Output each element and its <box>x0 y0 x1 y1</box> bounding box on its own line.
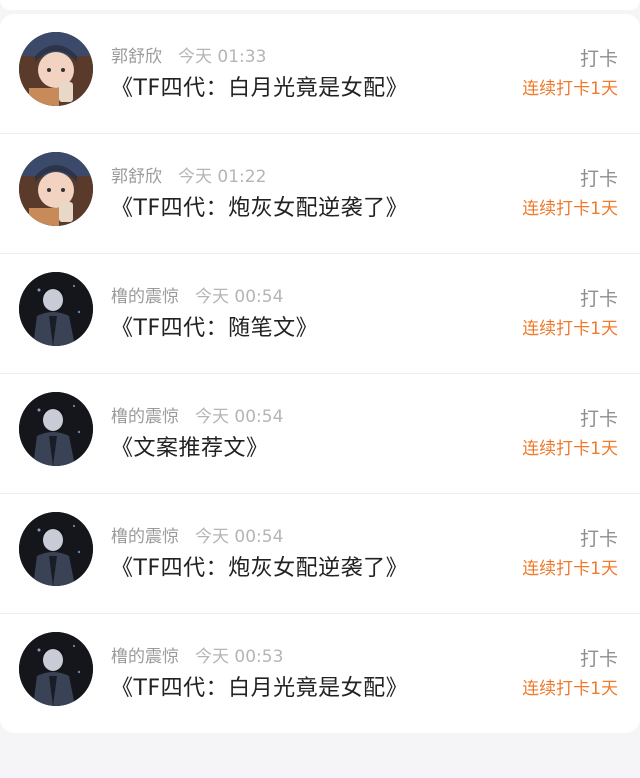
username[interactable]: 橹的震惊 <box>111 407 179 427</box>
book-title[interactable]: 《TF四代：白月光竟是女配》 <box>111 670 408 702</box>
timestamp: 今天 00:54 <box>195 287 284 307</box>
book-title[interactable]: 《文案推荐文》 <box>111 430 269 462</box>
feed-item[interactable]: 橹的震惊 今天 00:54 《TF四代：随笔文》 打卡 连续打卡1天 <box>0 254 640 374</box>
streak-label: 连续打卡1天 <box>522 679 618 699</box>
feed-item[interactable]: 郭舒欣 今天 01:33 《TF四代：白月光竟是女配》 打卡 连续打卡1天 <box>0 14 640 134</box>
item-meta: 橹的震惊 今天 00:54 <box>111 522 283 547</box>
streak-label: 连续打卡1天 <box>522 79 618 99</box>
feed-item[interactable]: 郭舒欣 今天 01:22 《TF四代：炮灰女配逆袭了》 打卡 连续打卡1天 <box>0 134 640 254</box>
item-meta: 橹的震惊 今天 00:53 <box>111 642 283 667</box>
timestamp: 今天 01:33 <box>178 47 267 67</box>
item-meta: 郭舒欣 今天 01:33 <box>111 42 266 67</box>
book-title[interactable]: 《TF四代：白月光竟是女配》 <box>111 70 408 102</box>
item-meta: 橹的震惊 今天 00:54 <box>111 402 283 427</box>
avatar-dark-figure-icon[interactable] <box>19 272 93 346</box>
avatar-dark-figure-icon[interactable] <box>19 512 93 586</box>
streak-label: 连续打卡1天 <box>522 559 618 579</box>
checkin-label: 打卡 <box>579 168 618 190</box>
feed-item[interactable]: 橹的震惊 今天 00:53 《TF四代：白月光竟是女配》 打卡 连续打卡1天 <box>0 614 640 733</box>
timestamp: 今天 00:53 <box>195 647 284 667</box>
username[interactable]: 郭舒欣 <box>111 47 162 67</box>
streak-label: 连续打卡1天 <box>522 199 618 219</box>
timestamp: 今天 00:54 <box>195 407 284 427</box>
book-title[interactable]: 《TF四代：炮灰女配逆袭了》 <box>111 190 408 222</box>
checkin-label: 打卡 <box>579 648 618 670</box>
feed-item[interactable]: 橹的震惊 今天 00:54 《TF四代：炮灰女配逆袭了》 打卡 连续打卡1天 <box>0 494 640 614</box>
streak-label: 连续打卡1天 <box>522 319 618 339</box>
username[interactable]: 橹的震惊 <box>111 287 179 307</box>
avatar-photo-girl-icon[interactable] <box>19 152 93 226</box>
checkin-label: 打卡 <box>579 528 618 550</box>
timestamp: 今天 00:54 <box>195 527 284 547</box>
avatar-dark-figure-icon[interactable] <box>19 632 93 706</box>
checkin-feed: 郭舒欣 今天 01:33 《TF四代：白月光竟是女配》 打卡 连续打卡1天 郭舒欣… <box>0 14 640 733</box>
checkin-label: 打卡 <box>579 288 618 310</box>
feed-item[interactable]: 橹的震惊 今天 00:54 《文案推荐文》 打卡 连续打卡1天 <box>0 374 640 494</box>
timestamp: 今天 01:22 <box>178 167 267 187</box>
avatar-photo-girl-icon[interactable] <box>19 32 93 106</box>
book-title[interactable]: 《TF四代：炮灰女配逆袭了》 <box>111 550 408 582</box>
item-meta: 郭舒欣 今天 01:22 <box>111 162 266 187</box>
username[interactable]: 郭舒欣 <box>111 167 162 187</box>
username[interactable]: 橹的震惊 <box>111 647 179 667</box>
previous-card-edge <box>0 0 640 10</box>
item-meta: 橹的震惊 今天 00:54 <box>111 282 283 307</box>
checkin-label: 打卡 <box>579 408 618 430</box>
username[interactable]: 橹的震惊 <box>111 527 179 547</box>
checkin-label: 打卡 <box>579 48 618 70</box>
streak-label: 连续打卡1天 <box>522 439 618 459</box>
book-title[interactable]: 《TF四代：随笔文》 <box>111 310 318 342</box>
avatar-dark-figure-icon[interactable] <box>19 392 93 466</box>
